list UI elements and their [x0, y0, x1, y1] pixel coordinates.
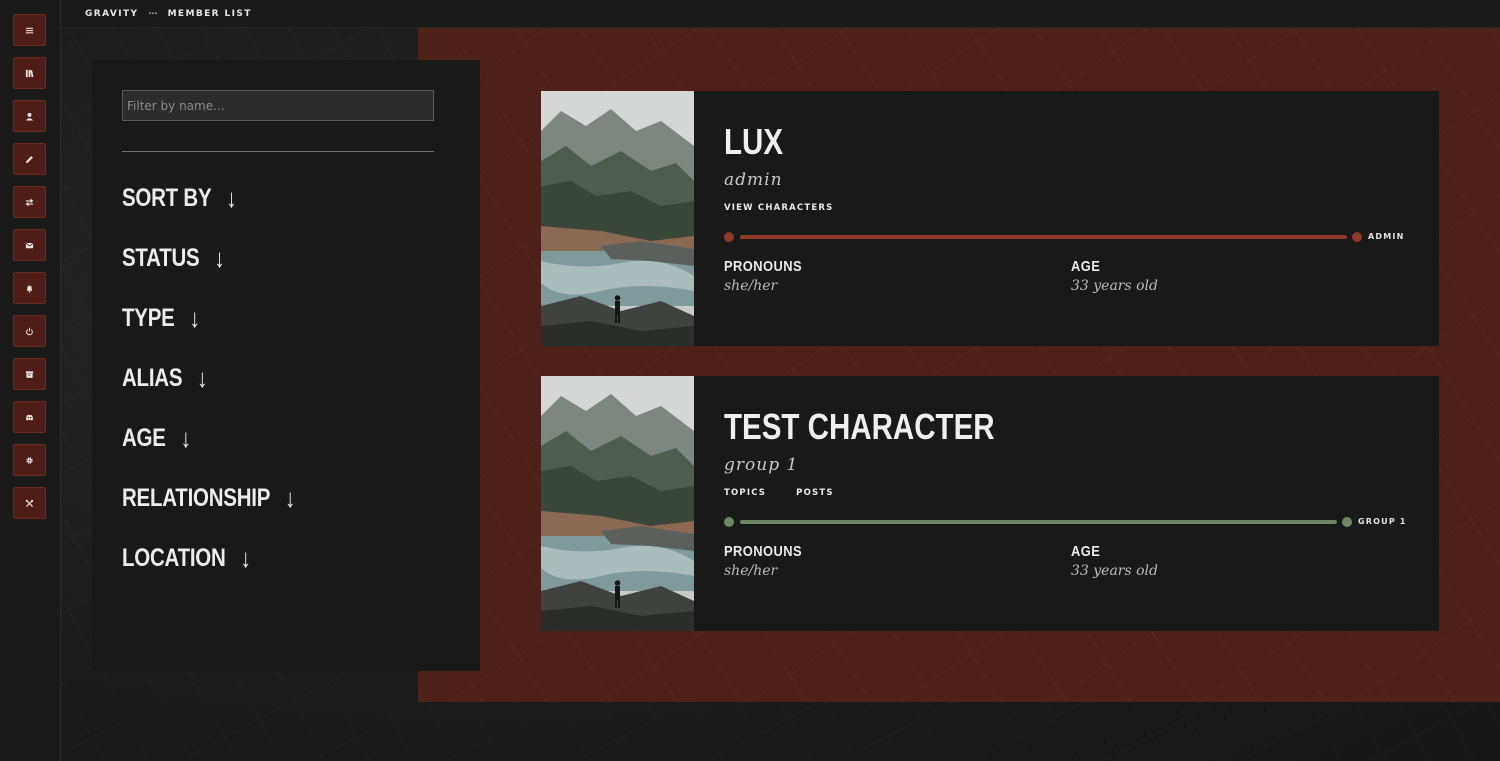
gear-icon[interactable]: [13, 444, 46, 476]
age-value: 33 years old: [1071, 563, 1159, 579]
pronouns-value: she/her: [724, 563, 778, 579]
sort-label: SORT BY: [122, 183, 212, 212]
archive-icon[interactable]: [13, 358, 46, 390]
swap-icon[interactable]: [13, 186, 46, 218]
pronouns-value: she/her: [724, 278, 778, 294]
arrow-down-icon: ↓: [189, 302, 200, 333]
pencil-icon[interactable]: [13, 143, 46, 175]
topics-link[interactable]: TOPICS: [724, 488, 766, 498]
tools-icon[interactable]: [13, 487, 46, 519]
age-filter-toggle[interactable]: AGE ↓: [122, 420, 191, 456]
type-filter-toggle[interactable]: TYPE ↓: [122, 300, 200, 336]
member-group: group 1: [724, 455, 799, 475]
icon-rail: [0, 0, 61, 761]
arrow-down-icon: ↓: [284, 482, 296, 513]
track-start-dot: [724, 517, 734, 527]
member-card: TEST CHARACTER group 1 TOPICS POSTS GROU…: [541, 376, 1439, 631]
arrow-down-icon: ↓: [197, 362, 208, 393]
sort-label: ALIAS: [122, 363, 183, 392]
alias-filter-toggle[interactable]: ALIAS ↓: [122, 360, 208, 396]
age-value: 33 years old: [1071, 278, 1159, 294]
member-avatar: [541, 91, 694, 346]
sort-label: TYPE: [122, 303, 175, 332]
group-track: GROUP 1: [724, 517, 1407, 527]
track-end-dot: [1342, 517, 1352, 527]
sort-label: RELATIONSHIP: [122, 483, 271, 512]
power-icon[interactable]: [13, 315, 46, 347]
track-line: [740, 235, 1347, 239]
name-filter-input[interactable]: [122, 90, 434, 121]
breadcrumb-site[interactable]: GRAVITY: [85, 9, 138, 19]
sort-label: AGE: [122, 423, 166, 452]
arrow-down-icon: ↓: [226, 182, 237, 213]
track-end-dot: [1352, 232, 1362, 242]
relationship-filter-toggle[interactable]: RELATIONSHIP ↓: [122, 480, 296, 516]
menu-icon[interactable]: [13, 14, 46, 46]
member-card: LUX admin VIEW CHARACTERS ADMIN PRONOUNS…: [541, 91, 1439, 346]
filter-divider: [122, 151, 434, 152]
member-name[interactable]: LUX: [724, 121, 783, 163]
bell-icon[interactable]: [13, 272, 46, 304]
breadcrumb: GRAVITY ··· MEMBER LIST: [61, 0, 1500, 28]
sort-label: STATUS: [122, 243, 200, 272]
library-icon[interactable]: [13, 57, 46, 89]
arrow-down-icon: ↓: [214, 242, 225, 273]
discord-icon[interactable]: [13, 401, 46, 433]
arrow-down-icon: ↓: [240, 542, 251, 573]
posts-link[interactable]: POSTS: [796, 488, 834, 498]
age-label: AGE: [1071, 543, 1101, 560]
user-icon[interactable]: [13, 100, 46, 132]
member-group: admin: [724, 170, 783, 190]
track-start-dot: [724, 232, 734, 242]
age-label: AGE: [1071, 258, 1101, 275]
group-track: ADMIN: [724, 232, 1404, 242]
member-links: VIEW CHARACTERS: [724, 203, 833, 213]
status-filter-toggle[interactable]: STATUS ↓: [122, 240, 225, 276]
member-links: TOPICS POSTS: [724, 488, 834, 498]
sort-label: LOCATION: [122, 543, 226, 572]
pronouns-label: PRONOUNS: [724, 258, 802, 275]
breadcrumb-separator: ···: [148, 9, 158, 18]
arrow-down-icon: ↓: [180, 422, 191, 453]
member-avatar: [541, 376, 694, 631]
group-label: GROUP 1: [1358, 517, 1407, 526]
member-name[interactable]: TEST CHARACTER: [724, 406, 995, 448]
location-filter-toggle[interactable]: LOCATION ↓: [122, 540, 251, 576]
track-line: [740, 520, 1337, 524]
view-characters-link[interactable]: VIEW CHARACTERS: [724, 203, 833, 213]
sort-by-toggle[interactable]: SORT BY ↓: [122, 180, 237, 216]
group-label: ADMIN: [1368, 232, 1405, 241]
pronouns-label: PRONOUNS: [724, 543, 802, 560]
envelope-icon[interactable]: [13, 229, 46, 261]
breadcrumb-page: MEMBER LIST: [167, 8, 252, 19]
filter-panel: SORT BY ↓ STATUS ↓ TYPE ↓ ALIAS ↓ AGE ↓ …: [92, 60, 480, 671]
